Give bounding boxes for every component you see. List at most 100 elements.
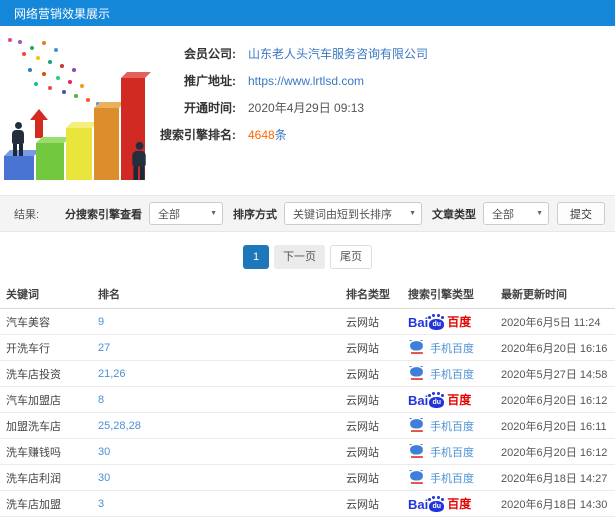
engine-cell: 手机百度 <box>408 339 501 356</box>
paw-icon <box>409 417 423 429</box>
baidu-paw-icon: du <box>428 498 445 512</box>
keyword-cell: 洗车赚钱吗 <box>6 446 61 459</box>
update-time-cell: 2020年6月20日 16:11 <box>501 420 607 433</box>
update-time-cell: 2020年5月27日 14:58 <box>501 368 608 381</box>
red-underline <box>410 456 423 458</box>
mobile-baidu-logo: 手机百度 <box>408 339 474 356</box>
col-rank-type: 排名类型 <box>346 288 390 301</box>
businessman-figure-left <box>11 122 25 156</box>
rank-type-cell: 云网站 <box>346 342 379 355</box>
update-time-cell: 2020年6月20日 16:16 <box>501 342 608 355</box>
info-field-value: 4648条 <box>248 126 287 143</box>
table-row: 开洗车行 27 云网站 手机百度 2020年6月20日 16:16 <box>0 335 615 361</box>
page-1-button[interactable]: 1 <box>243 245 269 269</box>
bar-blue <box>4 156 34 180</box>
table-row: 洗车店加盟 3 云网站 Bai du 百度 2020年6月18日 14:30 <box>0 491 615 517</box>
engine-cell: 手机百度 <box>408 365 501 382</box>
red-underline <box>410 378 423 380</box>
pagination: 1 下一页 尾页 <box>0 245 615 269</box>
next-page-button[interactable]: 下一页 <box>274 245 325 269</box>
baidu-logo: Bai du 百度 <box>408 313 471 330</box>
rank-link[interactable]: 3 <box>98 498 346 510</box>
engine-filter-label: 分搜索引擎查看 <box>65 208 142 221</box>
results-table: 关键词 排名 排名类型 搜索引擎类型 最新更新时间 汽车美容 9 云网站 Bai… <box>0 279 615 517</box>
info-field-value: https://www.lrtlsd.com <box>248 74 364 88</box>
baidu-name-text: 百度 <box>447 393 472 407</box>
rank-link[interactable]: 25,28,28 <box>98 420 346 432</box>
engine-cell: Bai du 百度 <box>408 495 501 512</box>
rank-link[interactable]: 21,26 <box>98 368 346 380</box>
engine-cell: 手机百度 <box>408 417 501 434</box>
mobile-baidu-logo: 手机百度 <box>408 469 474 486</box>
rank-type-cell: 云网站 <box>346 446 379 459</box>
engine-filter-value: 全部 <box>158 208 180 221</box>
rank-type-cell: 云网站 <box>346 420 379 433</box>
sort-value: 关键词由短到长排序 <box>293 208 392 221</box>
mobile-baidu-logo: 手机百度 <box>408 417 474 434</box>
update-time-cell: 2020年6月5日 11:24 <box>501 316 601 329</box>
keyword-cell: 洗车店加盟 <box>6 498 61 511</box>
sort-select[interactable]: 关键词由短到长排序 ▼ <box>284 202 422 225</box>
paw-icon <box>409 339 423 351</box>
red-underline <box>410 352 423 354</box>
confetti-dots <box>8 38 12 42</box>
rank-type-cell: 云网站 <box>346 394 379 407</box>
rank-link[interactable]: 30 <box>98 446 346 458</box>
col-update-time: 最新更新时间 <box>501 288 567 301</box>
app: 网络营销效果展示 会员公司: 山东老人头汽车服务咨询有限公司 推广地址: htt… <box>0 0 615 520</box>
mobile-baidu-logo: 手机百度 <box>408 443 474 460</box>
paw-icon <box>409 469 423 481</box>
app-header: 网络营销效果展示 <box>0 0 615 26</box>
rank-link[interactable]: 9 <box>98 316 346 328</box>
engine-cell: Bai du 百度 <box>408 391 501 408</box>
red-underline <box>410 430 423 432</box>
baidu-name-text: 百度 <box>447 497 472 511</box>
baidu-bai-text: Bai <box>408 315 429 330</box>
info-field-label: 推广地址: <box>184 74 236 88</box>
table-row: 洗车赚钱吗 30 云网站 手机百度 2020年6月20日 16:12 <box>0 439 615 465</box>
engine-filter-select[interactable]: 全部 ▼ <box>149 202 223 225</box>
rank-type-cell: 云网站 <box>346 316 379 329</box>
submit-button[interactable]: 提交 <box>557 202 605 225</box>
baidu-du-text: du <box>432 503 442 510</box>
info-field-label: 搜索引擎排名: <box>160 128 236 142</box>
mobile-baidu-icon <box>409 417 423 432</box>
businessman-figure-right <box>131 142 147 180</box>
info-value[interactable]: 山东老人头汽车服务咨询有限公司 <box>248 47 428 61</box>
engine-cell: 手机百度 <box>408 443 501 460</box>
mobile-baidu-icon <box>409 443 423 458</box>
rank-link[interactable]: 27 <box>98 342 346 354</box>
mobile-baidu-logo: 手机百度 <box>408 365 474 382</box>
article-type-select[interactable]: 全部 ▼ <box>483 202 549 225</box>
table-row: 洗车店投资 21,26 云网站 手机百度 2020年5月27日 14:58 <box>0 361 615 387</box>
info-field-value: 山东老人头汽车服务咨询有限公司 <box>248 45 428 62</box>
keyword-cell: 汽车加盟店 <box>6 394 61 407</box>
info-value: 2020年4月29日 09:13 <box>248 101 365 115</box>
rank-link[interactable]: 8 <box>98 394 346 406</box>
paw-icon <box>409 443 423 455</box>
mobile-baidu-label: 手机百度 <box>430 342 474 355</box>
baidu-du-text: du <box>432 321 442 328</box>
caret-down-icon: ▼ <box>409 210 416 217</box>
caret-down-icon: ▼ <box>210 210 217 217</box>
update-time-cell: 2020年6月20日 16:12 <box>501 446 608 459</box>
mobile-baidu-icon <box>409 365 423 380</box>
info-field-row: 开通时间: 2020年4月29日 09:13 <box>150 94 428 121</box>
sort-label: 排序方式 <box>233 208 277 221</box>
update-time-cell: 2020年6月20日 16:12 <box>501 394 608 407</box>
keyword-cell: 洗车店投资 <box>6 368 61 381</box>
update-time-cell: 2020年6月18日 14:30 <box>501 498 608 511</box>
info-value[interactable]: https://www.lrtlsd.com <box>248 74 364 88</box>
up-arrow-icon <box>30 109 48 138</box>
rank-link[interactable]: 30 <box>98 472 346 484</box>
info-field-label: 会员公司: <box>184 47 236 61</box>
rank-type-cell: 云网站 <box>346 472 379 485</box>
engine-cell: 手机百度 <box>408 469 501 486</box>
baidu-du-text: du <box>432 399 442 406</box>
keyword-cell: 洗车店利润 <box>6 472 61 485</box>
last-page-button[interactable]: 尾页 <box>330 245 372 269</box>
baidu-paw-icon: du <box>428 316 445 330</box>
table-body: 汽车美容 9 云网站 Bai du 百度 2020年6月5日 11:24 开洗车行 … <box>0 309 615 517</box>
col-engine-type: 搜索引擎类型 <box>408 288 474 301</box>
baidu-logo: Bai du 百度 <box>408 495 471 512</box>
